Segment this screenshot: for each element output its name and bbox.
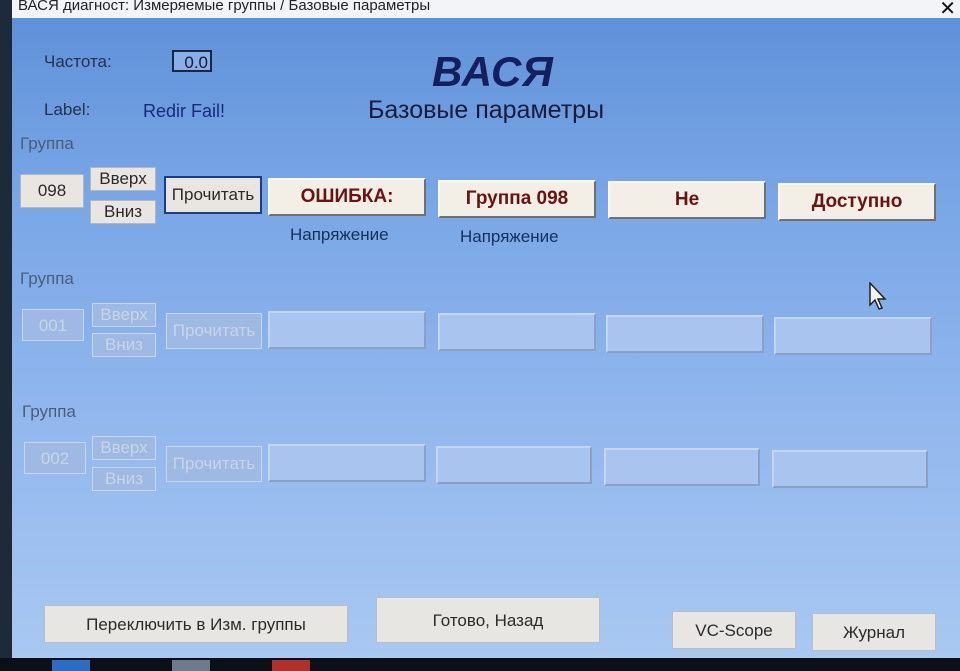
group-1-up-button[interactable]: Вверх [90, 167, 156, 191]
mouse-pointer-icon [869, 282, 887, 310]
taskbar-app-icon[interactable] [172, 660, 210, 671]
group-1-down-button[interactable]: Вниз [90, 200, 156, 224]
group-1-caption-2: Напряжение [460, 227, 559, 246]
taskbar-app-icon[interactable] [52, 660, 90, 671]
frequency-label: Частота: [44, 52, 112, 71]
title-bar: ВАСЯ диагност: Измеряемые группы / Базов… [12, 0, 960, 19]
journal-button[interactable]: Журнал [812, 613, 936, 651]
group-2-field-2 [438, 313, 596, 351]
group-3-field-2 [436, 446, 592, 484]
group-3-number-input[interactable]: 002 [24, 442, 86, 474]
vc-scope-button[interactable]: VC-Scope [672, 611, 796, 649]
done-back-button[interactable]: Готово, Назад [376, 597, 600, 643]
group-2-up-button[interactable]: Вверх [92, 303, 156, 327]
page-subtitle: Базовые параметры [368, 96, 605, 124]
main-window: ВАСЯ диагност: Измеряемые группы / Базов… [12, 0, 960, 658]
group-2-down-button[interactable]: Вниз [92, 333, 156, 357]
group-2-field-3 [606, 315, 764, 353]
group-2-field-1 [268, 311, 426, 349]
group-3-field-3 [604, 448, 760, 486]
group-2-number-input[interactable]: 001 [22, 309, 84, 341]
group-3-field-4 [772, 450, 928, 488]
group-3-down-button[interactable]: Вниз [92, 467, 156, 491]
group-3-read-button[interactable]: Прочитать [166, 446, 262, 482]
group-3-field-1 [268, 444, 426, 482]
close-icon[interactable]: ✕ [939, 0, 956, 19]
label-value: Redir Fail! [143, 101, 226, 121]
taskbar-app-icon[interactable] [272, 660, 310, 671]
switch-to-groups-button[interactable]: Переключить в Изм. группы [44, 605, 348, 643]
group-3-up-button[interactable]: Вверх [92, 436, 156, 460]
group-1-field-2: Группа 098 [438, 180, 596, 218]
brand-logo: ВАСЯ [432, 48, 554, 95]
taskbar [0, 658, 960, 671]
group-1-number-input[interactable]: 098 [20, 174, 84, 208]
group-1-field-1: ОШИБКА: [268, 178, 426, 216]
window-title: ВАСЯ диагност: Измеряемые группы / Базов… [18, 0, 431, 14]
group-1-field-4: Доступно [778, 183, 936, 221]
group-2-read-button[interactable]: Прочитать [166, 313, 262, 349]
group-2-label: Группа [20, 269, 74, 288]
group-1-label: Группа [20, 134, 74, 153]
frequency-value: 0.0 [172, 50, 212, 72]
group-1-read-button[interactable]: Прочитать [164, 176, 262, 214]
group-1-field-3: Не [608, 181, 766, 219]
label-label: Label: [44, 100, 91, 119]
group-1-caption-1: Напряжение [290, 225, 389, 244]
group-3-label: Группа [22, 402, 76, 421]
group-2-field-4 [774, 317, 932, 355]
